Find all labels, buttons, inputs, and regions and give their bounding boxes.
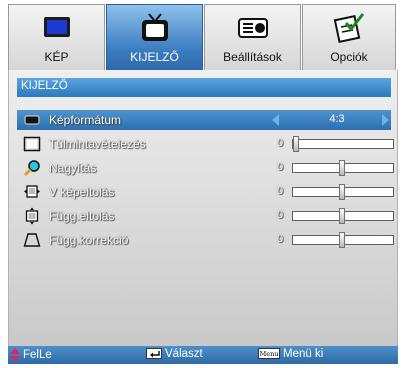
menu-row-v-kepeltolas[interactable]: V képeltolás 0 [17,182,394,202]
tv-icon [141,13,168,41]
menu-panel: KIJELZŐ Képformátum 4:3 Túlmintavételezé… [8,70,398,346]
enter-key-icon [146,348,162,360]
v-position-slider[interactable] [292,208,394,224]
projector-icon [237,18,268,38]
overscan-icon [23,136,41,152]
updown-hint: FelLe [10,348,52,362]
menu-row-label: Képformátum [49,113,122,127]
keystone-slider[interactable] [292,232,394,248]
menu-row-value: 0 [277,137,284,149]
tab-kep[interactable]: KÉP [8,4,105,70]
tab-label: KIJELZŐ [130,50,179,64]
menu-row-kepformatum[interactable]: Képformátum 4:3 [17,110,391,130]
section-title: KIJELZŐ [21,80,68,92]
menu-row-tulmintavetelezes[interactable]: Túlmintavételezés 0 [17,134,394,154]
tab-bar: KÉP KIJELZŐ Beállítások Opciók [0,0,404,70]
menu-row-value: 0 [277,161,284,173]
arrow-right-icon[interactable] [382,114,389,126]
tab-label: Beállítások [223,50,282,64]
menu-row-label: Nagyítás [49,161,97,175]
aspect-ratio-value: 4:3 [329,113,345,125]
tab-beallitasok[interactable]: Beállítások [204,4,301,70]
select-label: Választ [165,348,203,360]
slider-knob[interactable] [293,136,299,152]
up-down-arrow-icon [10,348,20,362]
updown-label: FelLe [23,349,52,362]
checklist-icon [333,13,365,44]
h-shift-icon [24,185,40,198]
tab-label: Opciók [330,50,368,64]
menu-key-icon: Menu [258,348,280,360]
tab-label: KÉP [44,50,69,64]
overscan-slider[interactable] [292,136,394,152]
v-shift-icon [25,207,39,225]
menu-row-label: Túlmintavételezés [49,137,146,151]
slider-knob[interactable] [339,208,345,224]
aspect-ratio-icon [24,115,40,125]
select-hint: Választ [146,348,203,362]
zoom-slider[interactable] [292,160,394,176]
menu-row-fugg-eltolas[interactable]: Függ.eltolás 0 [17,206,394,226]
display-icon [43,17,70,37]
menu-row-fugg-korrekcio[interactable]: Függ.korrekció 0 [17,230,394,250]
menu-row-value: 0 [277,233,284,245]
keystone-icon [23,233,41,247]
magnifier-icon [23,160,40,177]
menu-row-label: V képeltolás [49,185,115,199]
slider-knob[interactable] [339,232,345,248]
menu-row-nagyitas[interactable]: Nagyítás 0 [17,158,394,178]
projector-osd-menu: KÉP KIJELZŐ Beállítások Opciók KIJELZŐ K… [0,0,404,368]
footer-hint-bar: FelLe Választ Menu Menü ki [8,346,398,364]
menu-exit-label: Menü ki [283,348,324,360]
menu-row-value: 0 [277,209,284,221]
tab-kijelzo[interactable]: KIJELZŐ [106,4,203,70]
menu-hint: Menu Menü ki [258,348,323,362]
menu-row-label: Függ.eltolás [49,209,115,223]
tab-opciok[interactable]: Opciók [302,4,396,70]
slider-knob[interactable] [339,184,345,200]
slider-knob[interactable] [339,160,345,176]
menu-row-value: 0 [277,185,284,197]
section-header: KIJELZŐ [17,78,391,97]
h-position-slider[interactable] [292,184,394,200]
menu-row-label: Függ.korrekció [49,233,129,247]
arrow-left-icon[interactable] [272,114,279,126]
